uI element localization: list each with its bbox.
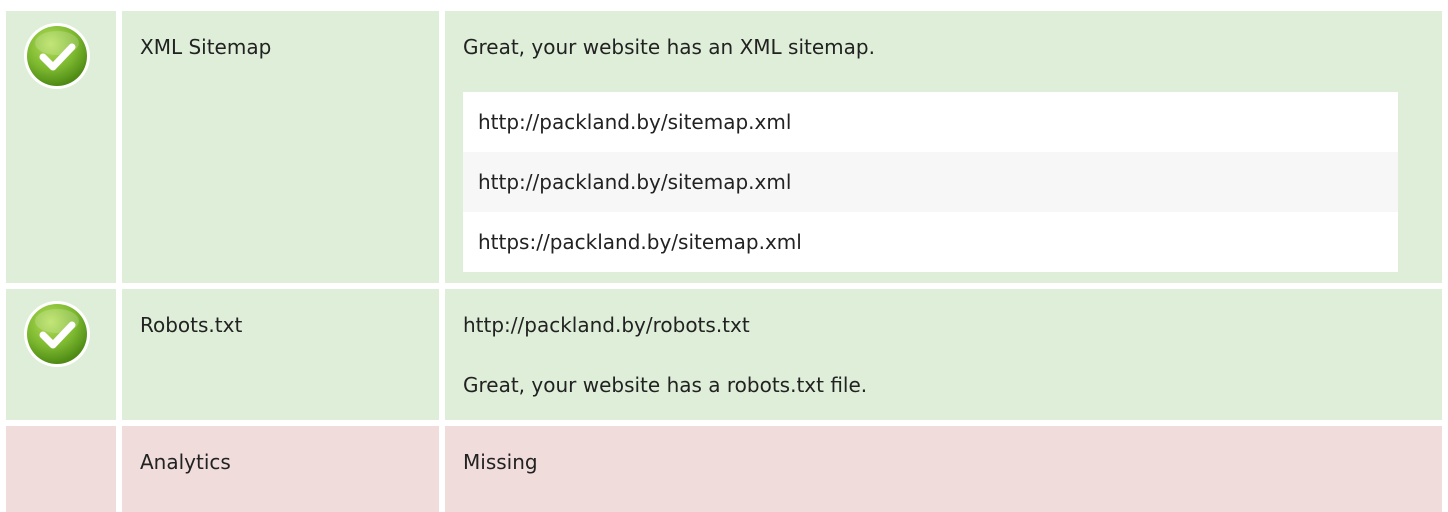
check-message: Great, your website has an XML sitemap.	[463, 35, 875, 59]
check-name-cell: XML Sitemap	[122, 11, 439, 283]
check-name-cell: Analytics	[122, 426, 439, 512]
report-row-robots: Robots.txt http://packland.by/robots.txt…	[6, 289, 1442, 420]
sitemap-url: http://packland.by/sitemap.xml	[463, 152, 1398, 212]
check-value-cell: Great, your website has an XML sitemap. …	[445, 11, 1442, 283]
report-row-xml-sitemap: XML Sitemap Great, your website has an X…	[6, 11, 1442, 283]
status-cell	[6, 289, 116, 420]
robots-url: http://packland.by/robots.txt	[463, 313, 750, 337]
report-row-analytics: Analytics Missing	[6, 426, 1442, 512]
check-name: XML Sitemap	[140, 35, 272, 59]
check-value-cell: http://packland.by/robots.txt Great, you…	[445, 289, 1442, 420]
sitemap-url: http://packland.by/sitemap.xml	[478, 110, 792, 134]
check-value-cell: Missing	[445, 426, 1442, 512]
check-value: Missing	[463, 450, 538, 474]
sitemap-url-list: http://packland.by/sitemap.xml http://pa…	[463, 92, 1398, 272]
check-name: Robots.txt	[140, 313, 243, 337]
sitemap-url: https://packland.by/sitemap.xml	[478, 230, 802, 254]
check-message: Great, your website has a robots.txt fil…	[463, 373, 868, 397]
check-name-cell: Robots.txt	[122, 289, 439, 420]
status-cell	[6, 426, 116, 512]
check-name: Analytics	[140, 450, 231, 474]
check-icon	[24, 301, 90, 367]
status-cell	[6, 11, 116, 283]
check-icon	[24, 23, 90, 89]
